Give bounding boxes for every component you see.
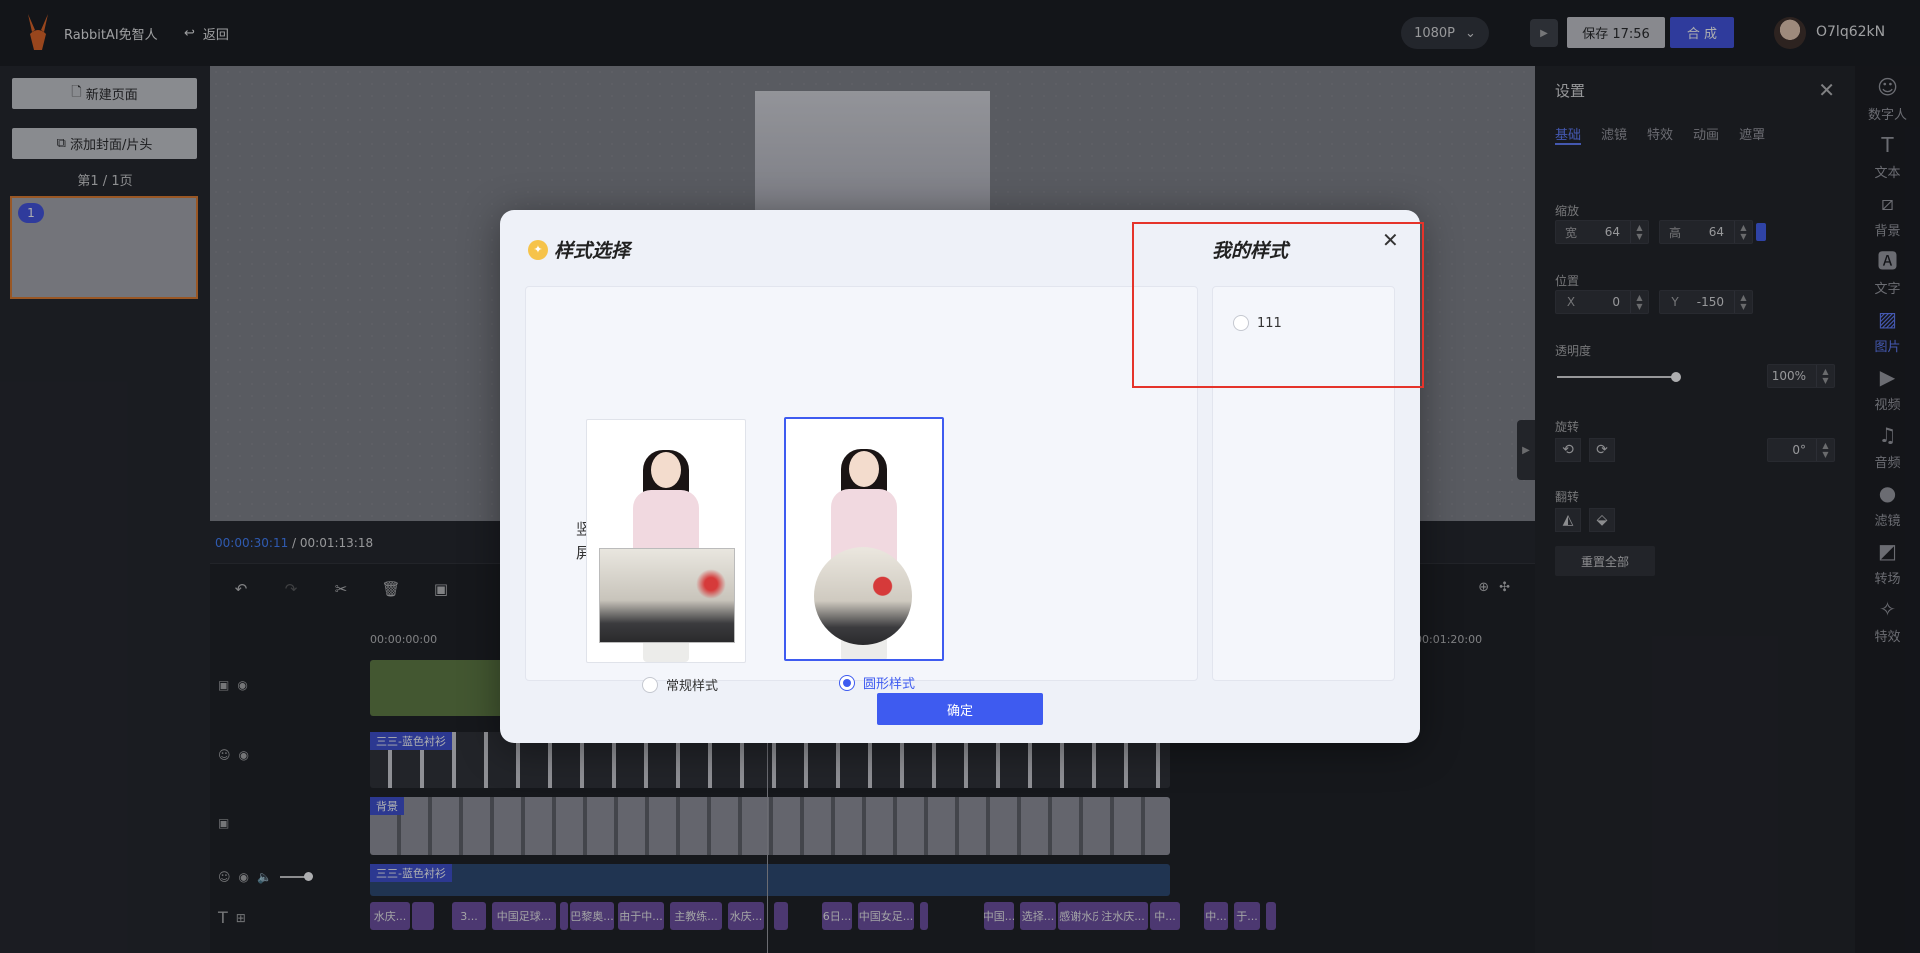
radio-button-selected[interactable] — [839, 674, 855, 691]
radio-button[interactable] — [642, 676, 658, 693]
dialog-title-text: 样式选择 — [554, 240, 631, 262]
circle-painting — [814, 547, 912, 645]
style-options-box: 竖屏 常规样式 圆形样式 — [525, 286, 1198, 694]
confirm-button[interactable]: 确定 — [877, 693, 1043, 725]
style-card-circle[interactable] — [784, 417, 944, 661]
rect-painting — [599, 548, 735, 643]
style-icon: ✦ — [528, 239, 548, 260]
style-card-regular[interactable] — [586, 419, 746, 663]
radio-circle-style[interactable]: 圆形样式 — [839, 673, 915, 692]
regular-style-label: 常规样式 — [666, 679, 719, 694]
highlight-annotation-box — [1132, 222, 1424, 388]
radio-regular-style[interactable]: 常规样式 — [642, 675, 718, 694]
dialog-title: ✦ 样式选择 — [528, 236, 630, 263]
circle-style-label: 圆形样式 — [863, 677, 916, 692]
